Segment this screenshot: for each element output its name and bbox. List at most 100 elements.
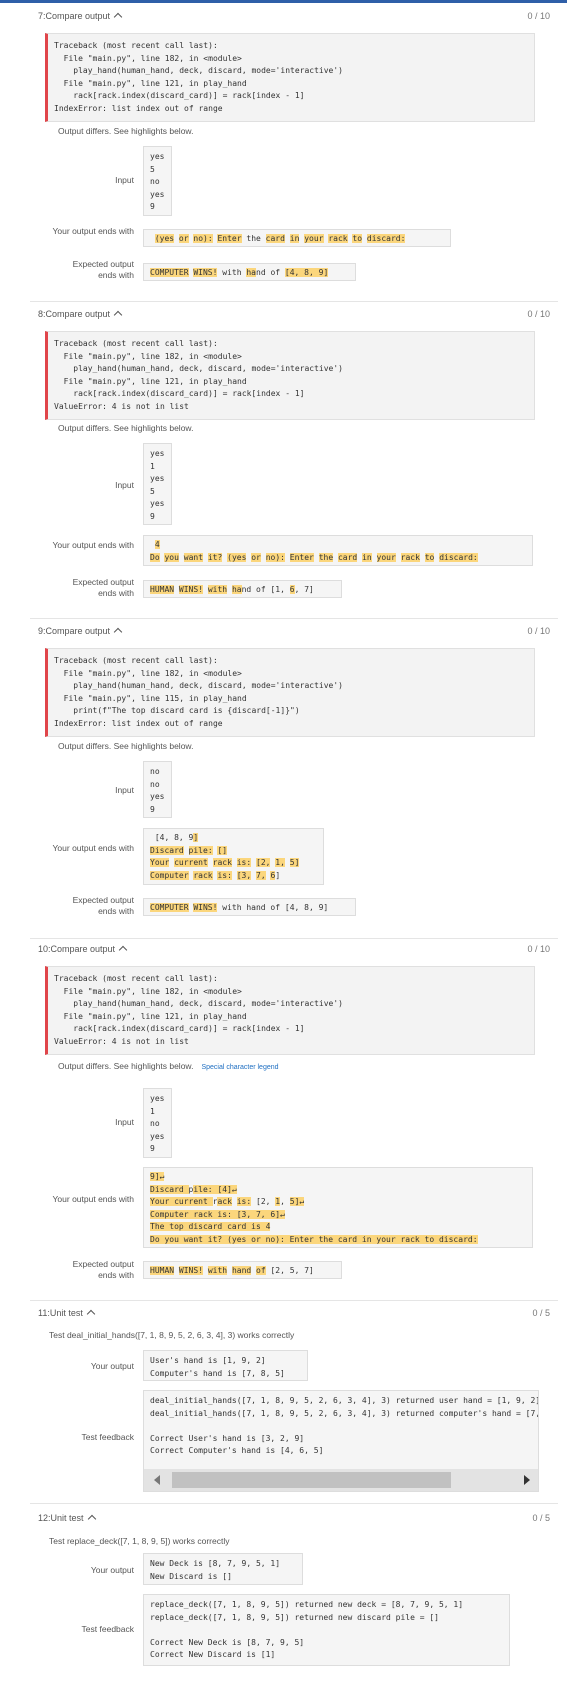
diff-text: [2, bbox=[251, 1197, 276, 1206]
diff-highlight: rack bbox=[212, 858, 232, 867]
test-description: Test replace_deck([7, 1, 8, 9, 5]) works… bbox=[49, 1536, 230, 1546]
scrollbar-thumb[interactable] bbox=[172, 1472, 451, 1488]
input-label: Input bbox=[115, 1117, 134, 1127]
test-feedback-box: replace_deck([7, 1, 8, 9, 5]) returned n… bbox=[143, 1594, 510, 1666]
diff-highlight: or bbox=[251, 552, 261, 562]
expected-output-box: COMPUTER WINS! with hand of [4, 8, 9] bbox=[143, 263, 356, 281]
diff-highlight: (yes bbox=[154, 234, 175, 243]
expected-output-label: Expected output ends with bbox=[72, 895, 134, 916]
diff-text bbox=[232, 871, 237, 880]
diff-highlight: card bbox=[265, 234, 285, 243]
your-output-box: (yes or no): Enter the card in your rack… bbox=[143, 229, 451, 247]
diff-text bbox=[208, 858, 213, 867]
score-label: 0 / 5 bbox=[532, 1513, 550, 1523]
test-feedback-text: deal_initial_hands([7, 1, 8, 9, 5, 2, 6,… bbox=[150, 1396, 539, 1455]
diff-highlight: you bbox=[164, 552, 179, 562]
traceback-text: Traceback (most recent call last): File … bbox=[54, 974, 343, 1046]
diff-text bbox=[372, 553, 377, 562]
diff-highlight: of bbox=[256, 1266, 266, 1275]
expected-output-label: Expected output ends with bbox=[72, 259, 134, 280]
diff-note: Output differs. See highlights below. bbox=[58, 126, 194, 136]
diff-highlight: Enter bbox=[289, 552, 314, 562]
section-header[interactable]: 12:Unit test 0 / 5 bbox=[38, 1513, 558, 1527]
diff-text bbox=[232, 858, 237, 867]
diff-text: with bbox=[217, 268, 247, 277]
diff-text bbox=[396, 553, 401, 562]
special-character-legend-link[interactable]: Special character legend bbox=[201, 1064, 278, 1071]
diff-highlight: to bbox=[424, 552, 435, 562]
expected-output-label: Expected output ends with bbox=[72, 1259, 134, 1280]
your-output-box: User's hand is [1, 9, 2] Computer's hand… bbox=[143, 1350, 308, 1381]
chevron-up-icon bbox=[86, 1309, 96, 1319]
diff-highlight: The top discard card is 4 bbox=[150, 1222, 271, 1231]
input-box: yes 1 no yes 9 bbox=[143, 1088, 172, 1158]
diff-text: nd of [1, bbox=[241, 585, 290, 594]
your-output-diff: 4 Do you want it? (yes or no): Enter the… bbox=[150, 539, 526, 564]
score-label: 0 / 10 bbox=[527, 11, 550, 21]
diff-text: [4, 8, 9 bbox=[150, 833, 194, 842]
your-output-box: [4, 8, 9] Discard pile: [] Your current … bbox=[143, 828, 324, 885]
diff-highlight: in bbox=[289, 234, 300, 243]
expected-output-diff: HUMAN WINS! with hand of [2, 5, 7] bbox=[150, 1265, 335, 1278]
diff-highlight: [] bbox=[217, 845, 228, 855]
diff-highlight: the bbox=[318, 552, 334, 562]
test-description: Test deal_initial_hands([7, 1, 8, 9, 5, … bbox=[49, 1330, 295, 1340]
diff-text: with hand of [4, 8, 9] bbox=[217, 903, 329, 912]
section-title: 12:Unit test bbox=[38, 1513, 96, 1524]
diff-text: , 7] bbox=[294, 585, 314, 594]
scroll-right-icon[interactable] bbox=[524, 1475, 530, 1485]
expected-output-diff: COMPUTER WINS! with hand of [4, 8, 9] bbox=[150, 267, 349, 280]
input-box: yes 5 no yes 9 bbox=[143, 146, 172, 216]
score-label: 0 / 10 bbox=[527, 309, 550, 319]
input-text: no no yes 9 bbox=[150, 767, 165, 814]
traceback-box: Traceback (most recent call last): File … bbox=[45, 648, 535, 737]
chevron-up-icon bbox=[113, 627, 123, 637]
section-title: 9:Compare output bbox=[38, 626, 123, 637]
your-output-text: User's hand is [1, 9, 2] Computer's hand… bbox=[150, 1356, 285, 1378]
diff-highlight: discard: bbox=[439, 552, 478, 562]
traceback-box: Traceback (most recent call last): File … bbox=[45, 331, 535, 420]
diff-note: Output differs. See highlights below. bbox=[58, 741, 194, 751]
input-text: yes 5 no yes 9 bbox=[150, 152, 165, 211]
diff-highlight: Discard bbox=[150, 845, 184, 855]
section-header[interactable]: 7:Compare output 0 / 10 bbox=[38, 11, 558, 25]
chevron-up-icon bbox=[113, 12, 123, 22]
your-output-diff: (yes or no): Enter the card in your rack… bbox=[150, 233, 444, 246]
diff-highlight: [2, bbox=[256, 858, 271, 867]
traceback-text: Traceback (most recent call last): File … bbox=[54, 656, 343, 728]
diff-text bbox=[261, 553, 266, 562]
section-header[interactable]: 8:Compare output 0 / 10 bbox=[38, 309, 558, 323]
section-divider bbox=[30, 301, 558, 302]
section-header[interactable]: 9:Compare output 0 / 10 bbox=[38, 626, 558, 640]
diff-highlight: pile: bbox=[188, 845, 213, 855]
diff-highlight: ack bbox=[217, 1197, 232, 1206]
scroll-left-icon[interactable] bbox=[154, 1475, 160, 1485]
section-header[interactable]: 10:Compare output 0 / 10 bbox=[38, 944, 558, 958]
diff-highlight: [4, 8, 9] bbox=[284, 268, 329, 277]
diff-highlight: WINS! bbox=[193, 903, 218, 912]
section-header[interactable]: 11:Unit test 0 / 5 bbox=[38, 1308, 558, 1322]
chevron-up-icon bbox=[118, 945, 128, 955]
diff-highlight: is: bbox=[236, 1197, 252, 1206]
diff-text bbox=[232, 1197, 237, 1206]
diff-highlight: WINS! bbox=[178, 585, 204, 594]
diff-highlight: discard: bbox=[366, 234, 406, 243]
diff-highlight: it? bbox=[207, 552, 223, 562]
expected-output-diff: HUMAN WINS! with hand of [1, 6, 7] bbox=[150, 584, 335, 597]
diff-highlight: Your bbox=[150, 858, 170, 867]
traceback-text: Traceback (most recent call last): File … bbox=[54, 41, 343, 113]
diff-highlight: [3, bbox=[236, 870, 252, 880]
your-output-diff: [4, 8, 9] Discard pile: [] Your current … bbox=[150, 832, 317, 882]
your-output-box: New Deck is [8, 7, 9, 5, 1] New Discard … bbox=[143, 1553, 303, 1585]
diff-text bbox=[420, 553, 425, 562]
expected-output-box: COMPUTER WINS! with hand of [4, 8, 9] bbox=[143, 898, 356, 916]
diff-highlight: rack bbox=[400, 552, 420, 562]
test-feedback-box: deal_initial_hands([7, 1, 8, 9, 5, 2, 6,… bbox=[143, 1390, 539, 1492]
diff-highlight: Do you want it? (yes or no): Enter the c… bbox=[150, 1234, 478, 1244]
diff-highlight: ha bbox=[246, 268, 256, 277]
diff-highlight: Do bbox=[150, 552, 160, 562]
diff-highlight: COMPUTER bbox=[150, 903, 189, 912]
diff-note: Output differs. See highlights below. bbox=[58, 423, 194, 433]
chevron-up-icon bbox=[87, 1514, 96, 1524]
input-box: no no yes 9 bbox=[143, 761, 172, 818]
